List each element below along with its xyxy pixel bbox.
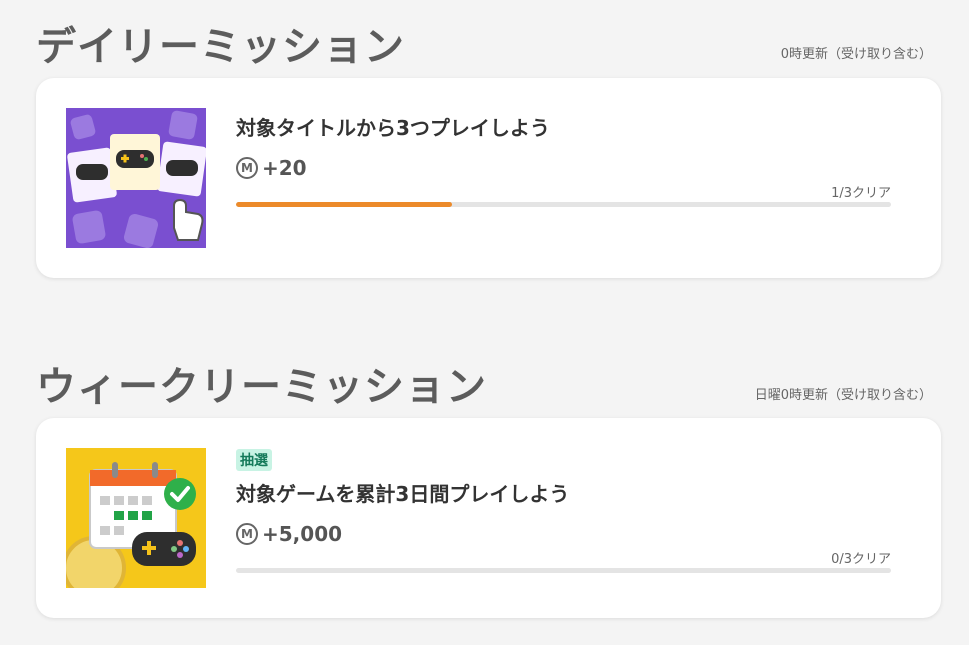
daily-reward: M +20 (236, 156, 307, 180)
controller-cards-icon (66, 108, 206, 248)
weekly-mission-card[interactable]: 抽選 対象ゲームを累計3日間プレイしよう M +5,000 0/3クリア (36, 418, 941, 618)
weekly-section-title: ウィークリーミッション (36, 364, 487, 410)
weekly-progress-text: 0/3クリア (831, 552, 891, 567)
daily-mission-title: 対象タイトルから3つプレイしよう (236, 116, 550, 140)
weekly-reward-value: +5,000 (262, 522, 343, 546)
daily-section-title: デイリーミッション (36, 24, 405, 70)
missions-page: デイリーミッション 0時更新（受け取り含む） 対象タイトルから3つプレイしよう … (0, 0, 969, 645)
daily-refresh-note: 0時更新（受け取り含む） (780, 47, 932, 62)
weekly-refresh-note: 日曜0時更新（受け取り含む） (754, 388, 932, 403)
daily-progress-bar (236, 202, 891, 207)
daily-mission-card[interactable]: 対象タイトルから3つプレイしよう M +20 1/3クリア (36, 78, 941, 278)
coin-icon: M (236, 523, 258, 545)
calendar-controller-icon (66, 448, 206, 588)
daily-progress-fill (236, 202, 453, 207)
daily-reward-value: +20 (262, 156, 307, 180)
daily-progress-text: 1/3クリア (831, 186, 891, 201)
lottery-tag: 抽選 (236, 449, 272, 471)
weekly-reward: M +5,000 (236, 522, 342, 546)
weekly-mission-title: 対象ゲームを累計3日間プレイしよう (236, 482, 570, 506)
weekly-progress-bar (236, 568, 891, 573)
coin-icon: M (236, 157, 258, 179)
